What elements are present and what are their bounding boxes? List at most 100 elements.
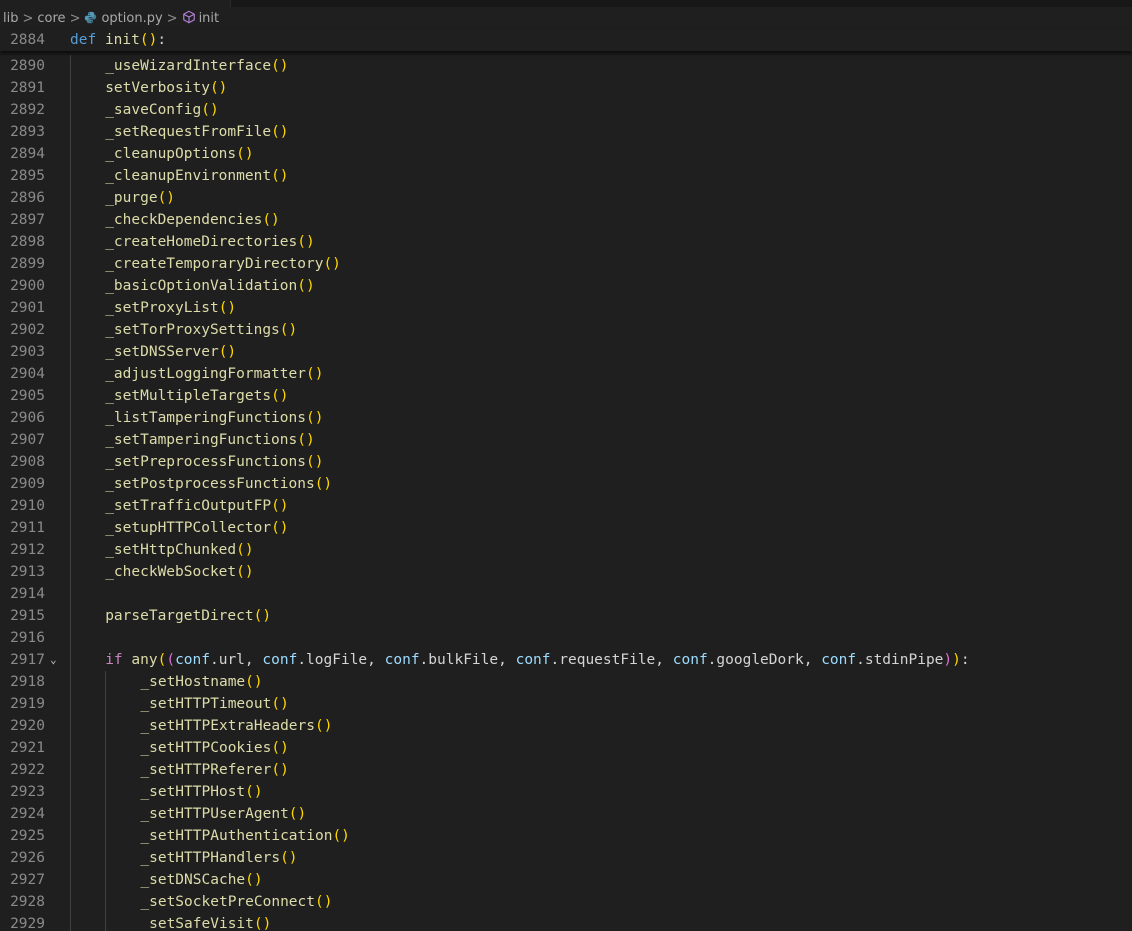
indent-guide xyxy=(105,803,107,825)
code-line[interactable]: 2906 _listTamperingFunctions() xyxy=(0,407,1132,429)
line-number: 2898 xyxy=(10,234,45,250)
function-call-name: _purge xyxy=(105,190,158,206)
indent-guide xyxy=(70,99,71,121)
code-line[interactable]: 2911 _setupHTTPCollector() xyxy=(0,517,1132,539)
indent-guide xyxy=(105,869,107,891)
bracket: () xyxy=(271,762,289,778)
sticky-scroll-header[interactable]: 2884 def init(): xyxy=(0,29,1132,51)
indent-guide xyxy=(70,473,71,495)
breadcrumb-item-file[interactable]: option.py xyxy=(83,11,163,26)
code-text: _cleanupOptions() xyxy=(105,143,253,165)
code-line[interactable]: 2899 _createTemporaryDirectory() xyxy=(0,253,1132,275)
code-line[interactable]: 2895 _cleanupEnvironment() xyxy=(0,165,1132,187)
code-line[interactable]: 2924 _setHTTPUserAgent() xyxy=(0,803,1132,825)
indent-guide xyxy=(105,737,107,759)
code-line[interactable]: 2907 _setTamperingFunctions() xyxy=(0,429,1132,451)
code-line[interactable]: 2891 setVerbosity() xyxy=(0,77,1132,99)
breadcrumb-item-lib[interactable]: lib xyxy=(0,11,19,26)
function-call-name: _checkDependencies xyxy=(105,212,263,228)
active-tab-edge xyxy=(0,0,231,7)
code-line[interactable]: 2896 _purge() xyxy=(0,187,1132,209)
indent-guide xyxy=(105,847,107,869)
code-line[interactable]: 2898 _createHomeDirectories() xyxy=(0,231,1132,253)
bracket: () xyxy=(271,740,289,756)
line-number: 2928 xyxy=(10,894,45,910)
code-line[interactable]: 2909 _setPostprocessFunctions() xyxy=(0,473,1132,495)
code-line[interactable]: 2923 _setHTTPHost() xyxy=(0,781,1132,803)
code-line[interactable]: 2927 _setDNSCache() xyxy=(0,869,1132,891)
bracket: () xyxy=(305,454,324,470)
line-number: 2899 xyxy=(10,256,45,272)
code-line[interactable]: 2908 _setPreprocessFunctions() xyxy=(0,451,1132,473)
code-line[interactable]: 2903 _setDNSServer() xyxy=(0,341,1132,363)
code-line[interactable]: 2915 parseTargetDirect() xyxy=(0,605,1132,627)
dot: . xyxy=(550,652,560,668)
line-number: 2900 xyxy=(10,278,45,294)
indent-guide xyxy=(105,913,107,931)
indent-guide xyxy=(70,605,71,627)
function-call-name: _setPreprocessFunctions xyxy=(105,454,306,470)
chevron-down-icon[interactable]: ⌄ xyxy=(50,649,64,671)
code-text: _setProxyList() xyxy=(105,297,236,319)
code-line[interactable]: 2925 _setHTTPAuthentication() xyxy=(0,825,1132,847)
code-line[interactable]: 2900 _basicOptionValidation() xyxy=(0,275,1132,297)
function-name: init xyxy=(104,32,140,48)
function-call-name: _setHTTPExtraHeaders xyxy=(140,718,315,734)
line-number: 2925 xyxy=(10,828,45,844)
indent-guide xyxy=(70,517,71,539)
code-line[interactable]: 2905 _setMultipleTargets() xyxy=(0,385,1132,407)
function-call-name: _setTorProxySettings xyxy=(105,322,280,338)
code-line[interactable]: 2913 _checkWebSocket() xyxy=(0,561,1132,583)
line-number: 2897 xyxy=(10,212,45,228)
code-line[interactable]: 2918 _setHostname() xyxy=(0,671,1132,693)
code-line[interactable]: 2929 _setSafeVisit() xyxy=(0,913,1132,931)
bracket: () xyxy=(245,784,263,800)
dot: . xyxy=(297,652,307,668)
code-editor[interactable]: 2890 _useWizardInterface() 2891 setVerbosit… xyxy=(0,55,1132,931)
bracket: () xyxy=(323,256,341,272)
code-text: _basicOptionValidation() xyxy=(105,275,315,297)
bracket: () xyxy=(271,168,289,184)
bracket: () xyxy=(315,718,333,734)
line-number: 2926 xyxy=(10,850,45,866)
indent-guide xyxy=(70,671,71,693)
function-call-name: _setPostprocessFunctions xyxy=(105,476,315,492)
code-line[interactable]: 2904 _adjustLoggingFormatter() xyxy=(0,363,1132,385)
code-line[interactable]: 2901 _setProxyList() xyxy=(0,297,1132,319)
code-line[interactable]: 2893 _setRequestFromFile() xyxy=(0,121,1132,143)
line-number: 2906 xyxy=(10,410,45,426)
code-line[interactable]: 2917 ⌄ if any((conf.url, conf.logFile, con… xyxy=(0,649,1132,671)
code-line[interactable]: 2902 _setTorProxySettings() xyxy=(0,319,1132,341)
code-line[interactable]: 2916 xyxy=(0,627,1132,649)
indent-guide xyxy=(70,187,71,209)
code-line[interactable]: 2892 _saveConfig() xyxy=(0,99,1132,121)
breadcrumb-item-symbol[interactable]: init xyxy=(181,10,221,26)
code-line[interactable]: 2920 _setHTTPExtraHeaders() xyxy=(0,715,1132,737)
code-line[interactable]: 2919 _setHTTPTimeout() xyxy=(0,693,1132,715)
code-text: _setRequestFromFile() xyxy=(105,121,288,143)
indent-guide xyxy=(70,869,71,891)
code-line[interactable]: 2926 _setHTTPHandlers() xyxy=(0,847,1132,869)
line-number: 2905 xyxy=(10,388,45,404)
code-line[interactable]: 2922 _setHTTPReferer() xyxy=(0,759,1132,781)
code-line[interactable]: 2910 _setTrafficOutputFP() xyxy=(0,495,1132,517)
code-line[interactable]: 2921 _setHTTPCookies() xyxy=(0,737,1132,759)
code-line[interactable]: 2890 _useWizardInterface() xyxy=(0,55,1132,77)
colon: : xyxy=(960,652,970,668)
code-text: setVerbosity() xyxy=(105,77,227,99)
line-number: 2884 xyxy=(10,32,45,48)
code-text: _setupHTTPCollector() xyxy=(105,517,288,539)
function-call-name: _setSafeVisit xyxy=(140,916,254,931)
breadcrumb-item-core[interactable]: core xyxy=(36,11,66,26)
bracket: () xyxy=(201,102,219,118)
function-call-name: _setHTTPAuthentication xyxy=(140,828,333,844)
code-line[interactable]: 2928 _setSocketPreConnect() xyxy=(0,891,1132,913)
sticky-line[interactable]: 2884 def init(): xyxy=(0,29,1132,51)
bracket: () xyxy=(245,674,263,690)
line-number: 2895 xyxy=(10,168,45,184)
code-text: _adjustLoggingFormatter() xyxy=(105,363,323,385)
code-line[interactable]: 2912 _setHttpChunked() xyxy=(0,539,1132,561)
code-line[interactable]: 2897 _checkDependencies() xyxy=(0,209,1132,231)
code-line[interactable]: 2894 _cleanupOptions() xyxy=(0,143,1132,165)
code-line[interactable]: 2914 xyxy=(0,583,1132,605)
